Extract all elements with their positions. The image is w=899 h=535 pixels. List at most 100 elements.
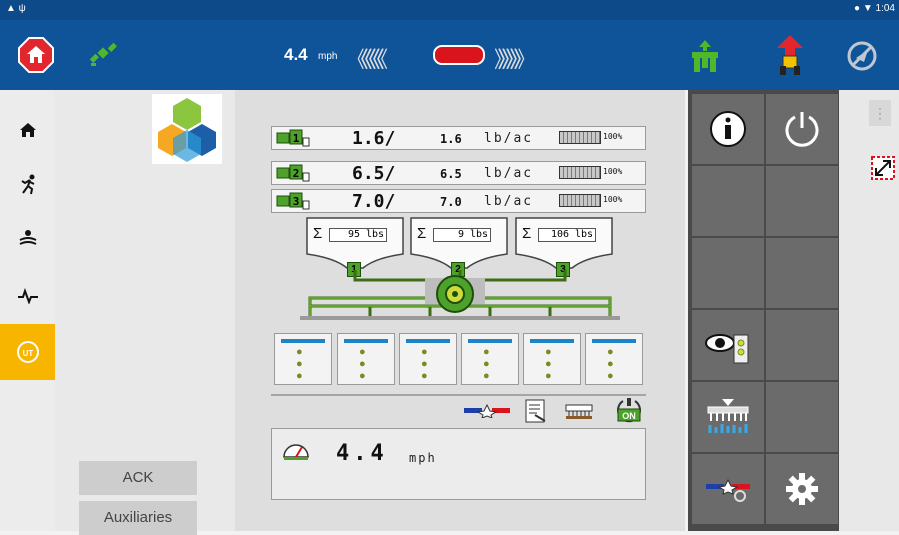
info-softkey[interactable] bbox=[692, 94, 764, 164]
sum-symbol: Σ bbox=[417, 225, 427, 242]
seed-view-icon bbox=[705, 334, 749, 364]
nav-run[interactable] bbox=[0, 156, 55, 212]
seed-view-softkey[interactable] bbox=[692, 310, 764, 380]
svg-text:2: 2 bbox=[293, 167, 300, 180]
row-unit[interactable]: ● ● ● bbox=[461, 333, 519, 385]
hopper-2[interactable]: Σ 9 lbs 2 bbox=[409, 216, 509, 277]
rate-actual: 7.0/ bbox=[352, 191, 396, 212]
settings-gear-icon bbox=[786, 473, 818, 505]
svg-text:ON: ON bbox=[622, 411, 636, 421]
ground-speed-unit: mph bbox=[409, 451, 437, 465]
speedometer-icon bbox=[283, 444, 309, 460]
checklist-button[interactable] bbox=[521, 398, 551, 424]
rate-unit: lb/ac bbox=[484, 166, 534, 181]
sum-symbol: Σ bbox=[522, 225, 532, 242]
hopper-total: 95 lbs bbox=[329, 228, 387, 242]
seed-icon: ● ● ● bbox=[607, 346, 614, 382]
rate-row-2[interactable]: 2 6.5/ 6.5 lb/ac 100% bbox=[271, 161, 646, 185]
app-logo bbox=[152, 94, 222, 164]
softkey-empty bbox=[692, 238, 764, 308]
no-gps-icon[interactable] bbox=[846, 40, 878, 72]
rate-actual: 1.6/ bbox=[352, 128, 396, 149]
divider bbox=[271, 394, 646, 396]
implement-lift-icon[interactable] bbox=[688, 38, 722, 74]
nav-pulse[interactable] bbox=[0, 268, 55, 324]
hopper-total: 9 lbs bbox=[433, 228, 491, 242]
power-icon bbox=[785, 112, 819, 147]
row-unit[interactable]: ● ● ● bbox=[337, 333, 395, 385]
metering-softkey[interactable] bbox=[692, 382, 764, 452]
seed-icon: ● ● ● bbox=[545, 346, 552, 382]
auxiliaries-button[interactable]: Auxiliaries bbox=[79, 501, 197, 535]
speed-value: 4.4 bbox=[284, 45, 308, 64]
row-unit[interactable]: ● ● ● bbox=[274, 333, 332, 385]
section-control-button[interactable] bbox=[463, 398, 511, 424]
hopper-3[interactable]: Σ 106 lbs 3 bbox=[514, 216, 614, 277]
distribution-manifold bbox=[300, 270, 620, 320]
softkey-empty bbox=[766, 166, 838, 236]
softkey-empty bbox=[766, 310, 838, 380]
status-time: ● ▼ 1:04 bbox=[854, 3, 895, 14]
checklist-icon bbox=[525, 399, 546, 423]
chevrons-left: 《《《《《《 bbox=[346, 47, 388, 72]
sum-symbol: Σ bbox=[313, 225, 323, 242]
rate-gauge bbox=[559, 131, 601, 144]
ground-speed-panel: 4.4 mph bbox=[271, 428, 646, 500]
resize-icon[interactable] bbox=[871, 156, 895, 180]
seed-icon: ● ● ● bbox=[359, 346, 366, 382]
rate-actual: 6.5/ bbox=[352, 163, 396, 184]
lever-indicator bbox=[433, 45, 485, 65]
rate-unit: lb/ac bbox=[484, 194, 534, 209]
rate-target: 1.6 bbox=[440, 132, 462, 146]
svg-text:3: 3 bbox=[293, 195, 300, 208]
home-icon[interactable] bbox=[18, 37, 54, 73]
rate-percent: 100% bbox=[603, 132, 623, 141]
row-unit[interactable]: ● ● ● bbox=[399, 333, 457, 385]
status-icons: ▲ ψ bbox=[6, 3, 26, 14]
hopper-total: 106 lbs bbox=[538, 228, 596, 242]
side-nav: UT bbox=[0, 90, 55, 531]
softkey-panel bbox=[688, 90, 839, 531]
nav-home[interactable] bbox=[0, 102, 55, 158]
row-unit[interactable]: ● ● ● bbox=[523, 333, 581, 385]
ack-button[interactable]: ACK bbox=[79, 461, 197, 495]
softkey-empty bbox=[692, 166, 764, 236]
ground-speed-value: 4.4 bbox=[336, 441, 388, 466]
tractor-raise-icon[interactable] bbox=[773, 34, 807, 76]
rate-target: 6.5 bbox=[440, 167, 462, 181]
chevrons-right: 》》》》》》 bbox=[494, 47, 536, 72]
softkey-empty bbox=[766, 382, 838, 452]
nav-isobus-ut[interactable]: UT bbox=[0, 324, 55, 380]
row-unit[interactable]: ● ● ● bbox=[585, 333, 643, 385]
svg-text:UT: UT bbox=[22, 349, 33, 358]
svg-text:1: 1 bbox=[293, 132, 300, 145]
rate-percent: 100% bbox=[603, 195, 623, 204]
more-menu-icon[interactable]: ⋮ bbox=[869, 100, 891, 126]
section-settings-softkey[interactable] bbox=[692, 454, 764, 524]
rate-target: 7.0 bbox=[440, 195, 462, 209]
rate-unit: lb/ac bbox=[484, 131, 534, 146]
power-softkey[interactable] bbox=[766, 94, 838, 164]
metering-icon bbox=[707, 399, 749, 433]
runner-icon bbox=[20, 174, 34, 195]
home-icon bbox=[19, 123, 36, 137]
status-bar: ▲ ψ ● ▼ 1:04 bbox=[0, 0, 899, 20]
seed-icon: ● ● ● bbox=[296, 346, 303, 382]
speed-unit: mph bbox=[318, 51, 338, 62]
master-on-button[interactable]: ON bbox=[614, 398, 644, 424]
rate-row-1[interactable]: 1 1.6/ 1.6 lb/ac 100% bbox=[271, 126, 646, 150]
rate-gauge bbox=[559, 194, 601, 207]
isobus-ut-icon: UT bbox=[16, 341, 39, 363]
hopper-1[interactable]: Σ 95 lbs 1 bbox=[305, 216, 405, 277]
seedbar-button[interactable] bbox=[564, 398, 594, 424]
on-switch-icon: ON bbox=[617, 398, 641, 423]
rate-row-3[interactable]: 3 7.0/ 7.0 lb/ac 100% bbox=[271, 189, 646, 213]
nav-field[interactable] bbox=[0, 210, 55, 266]
section-gear-icon bbox=[706, 478, 750, 502]
seedbar-icon bbox=[565, 404, 593, 419]
seed-icon: ● ● ● bbox=[483, 346, 490, 382]
meter-3-icon: 3 bbox=[276, 192, 310, 210]
seed-icon: ● ● ● bbox=[421, 346, 428, 382]
settings-softkey[interactable] bbox=[766, 454, 838, 524]
pulse-icon bbox=[17, 288, 38, 304]
